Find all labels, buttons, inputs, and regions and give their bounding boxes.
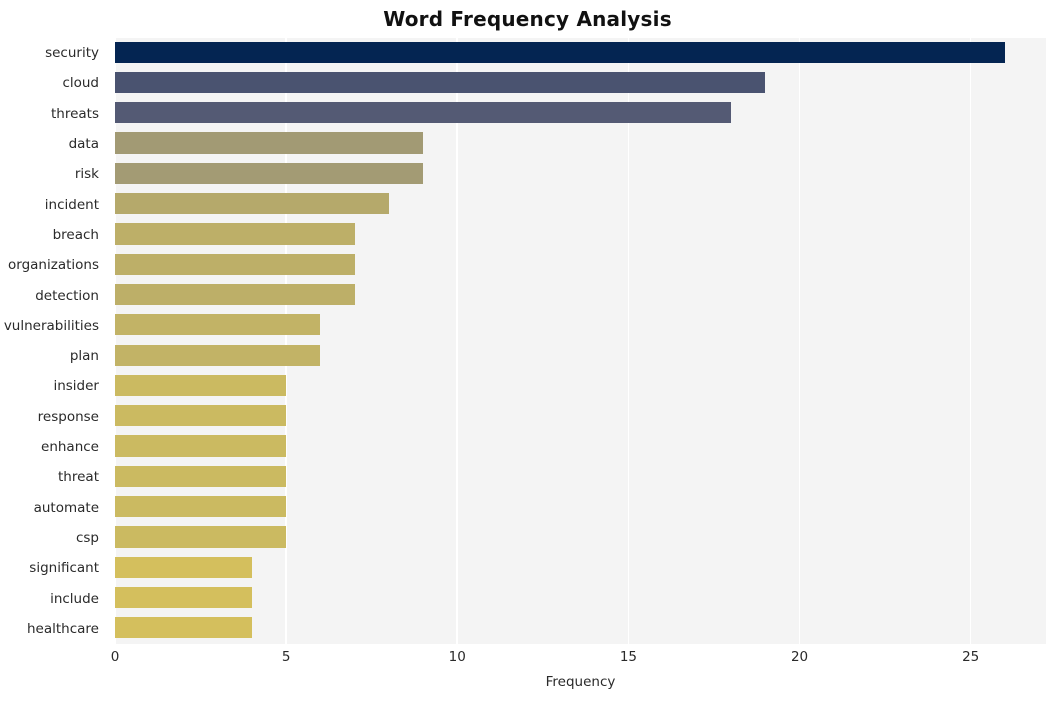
bar-healthcare[interactable] [115, 617, 252, 639]
bar-enhance[interactable] [115, 435, 287, 457]
bar-track [115, 129, 1046, 159]
y-tick-label-significant: significant [29, 560, 99, 577]
y-tick-label-breach: breach [52, 226, 99, 243]
x-tick-label-0: 0 [110, 649, 120, 665]
bar-track [115, 280, 1046, 310]
bar-insider[interactable] [115, 374, 287, 397]
y-tick-label-healthcare: healthcare [27, 620, 99, 637]
bar-data[interactable] [115, 132, 424, 154]
bar-threat[interactable] [115, 465, 287, 487]
y-tick-label-automate: automate [33, 499, 99, 516]
plot-area [115, 38, 1046, 644]
x-axis-tick-labels: 0 5 10 15 20 25 [0, 648, 1055, 672]
bar-breach[interactable] [115, 223, 355, 245]
y-axis-tick-labels: security cloud threats data risk incident brea… [0, 38, 107, 644]
bar-track [115, 38, 1046, 68]
bar-automate[interactable] [115, 496, 287, 518]
bar-security[interactable] [115, 41, 1005, 63]
chart-title: Word Frequency Analysis [383, 7, 672, 31]
bar-track [115, 493, 1046, 523]
y-tick-label-vulnerabilities: vulnerabilities [3, 317, 99, 334]
bar-track [115, 462, 1046, 492]
bar-track [115, 341, 1046, 371]
bar-track [115, 250, 1046, 280]
y-tick-label-plan: plan [69, 348, 99, 365]
bar-incident[interactable] [115, 193, 389, 215]
y-tick-label-security: security [45, 45, 99, 62]
x-tick-label-10: 10 [448, 649, 466, 665]
bar-track [115, 402, 1046, 432]
bar-significant[interactable] [115, 556, 252, 578]
x-tick-label-20: 20 [790, 649, 809, 665]
bar-vulnerabilities[interactable] [115, 314, 321, 336]
x-tick-label-25: 25 [962, 649, 980, 665]
bar-include[interactable] [115, 586, 252, 609]
x-tick-label-5: 5 [281, 649, 291, 665]
y-tick-label-incident: incident [44, 196, 99, 213]
y-tick-label-organizations: organizations [8, 257, 99, 274]
bar-plan[interactable] [115, 344, 321, 366]
y-tick-label-response: response [37, 408, 99, 425]
y-tick-label-cloud: cloud [62, 75, 99, 92]
y-tick-label-detection: detection [35, 287, 99, 304]
bar-risk[interactable] [115, 162, 424, 184]
bar-response[interactable] [115, 405, 287, 427]
bar-track [115, 553, 1046, 583]
bar-track [115, 190, 1046, 220]
figure: Word Frequency Analysis security cloud thr… [0, 0, 1055, 701]
y-tick-label-threats: threats [50, 105, 99, 122]
bar-detection[interactable] [115, 283, 355, 306]
y-tick-label-data: data [68, 136, 99, 153]
bar-cloud[interactable] [115, 71, 766, 94]
bar-track [115, 311, 1046, 341]
x-tick-label-15: 15 [619, 649, 637, 665]
bar-track [115, 614, 1046, 644]
bar-track [115, 220, 1046, 250]
y-tick-label-include: include [50, 590, 99, 607]
x-axis-label: Frequency [545, 674, 616, 690]
bar-track [115, 68, 1046, 98]
bar-csp[interactable] [115, 526, 287, 548]
bar-organizations[interactable] [115, 253, 355, 275]
y-tick-label-csp: csp [75, 529, 99, 546]
bar-threats[interactable] [115, 102, 732, 124]
bar-track [115, 99, 1046, 129]
bar-track [115, 432, 1046, 462]
y-tick-label-insider: insider [53, 378, 99, 395]
bar-track [115, 523, 1046, 553]
y-tick-label-threat: threat [58, 469, 99, 486]
bar-track [115, 371, 1046, 401]
y-tick-label-risk: risk [74, 166, 99, 183]
bar-track [115, 159, 1046, 189]
bar-track [115, 583, 1046, 613]
y-tick-label-enhance: enhance [41, 439, 99, 456]
